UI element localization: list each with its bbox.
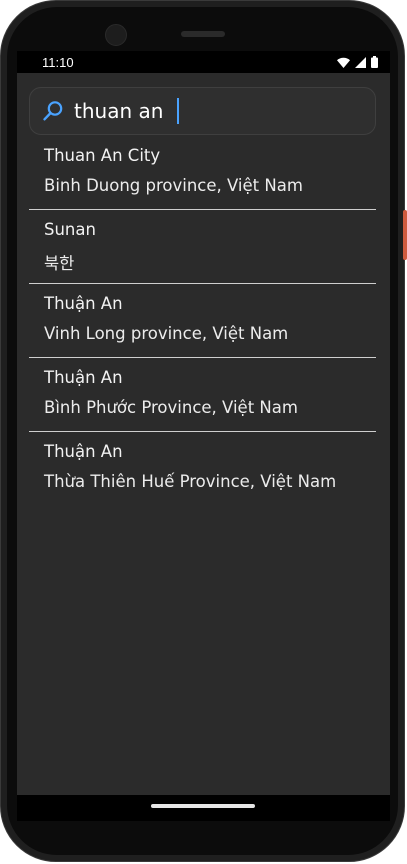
status-icons [337,56,378,68]
search-icon[interactable] [42,100,64,122]
wifi-icon [337,57,350,68]
list-item[interactable]: Thuận An Bình Phước Province, Việt Nam [29,358,376,432]
cellular-signal-icon [355,56,366,68]
result-detail: Bình Phước Province, Việt Nam [44,398,298,417]
front-camera [105,24,127,46]
result-name: Thuận An [44,368,123,387]
status-bar: 11:10 [17,51,390,73]
app-screen: 11:10 Thuan An City Binh Duong province,… [17,51,390,821]
home-gesture-bar[interactable] [151,804,255,808]
search-results-list: Thuan An City Binh Duong province, Việt … [29,136,376,506]
result-detail: 북한 [44,254,75,273]
result-name: Thuận An [44,442,123,461]
result-name: Thuan An City [44,146,161,165]
earpiece-speaker [181,31,225,37]
list-item[interactable]: Thuận An Vinh Long province, Việt Nam [29,284,376,358]
navigation-bar [17,795,390,821]
power-button[interactable] [403,210,407,260]
result-name: Thuận An [44,294,123,313]
list-item[interactable]: Sunan 북한 [29,210,376,284]
search-input[interactable] [74,96,364,126]
list-item[interactable]: Thuận An Thừa Thiên Huế Province, Việt N… [29,432,376,506]
result-detail: Vinh Long province, Việt Nam [44,324,289,343]
result-detail: Binh Duong province, Việt Nam [44,176,303,195]
list-item[interactable]: Thuan An City Binh Duong province, Việt … [29,136,376,210]
text-cursor [177,98,179,124]
battery-icon [371,56,378,68]
search-bar[interactable] [29,87,376,135]
result-name: Sunan [44,220,96,239]
status-time: 11:10 [42,54,74,70]
result-detail: Thừa Thiên Huế Province, Việt Nam [44,472,337,491]
